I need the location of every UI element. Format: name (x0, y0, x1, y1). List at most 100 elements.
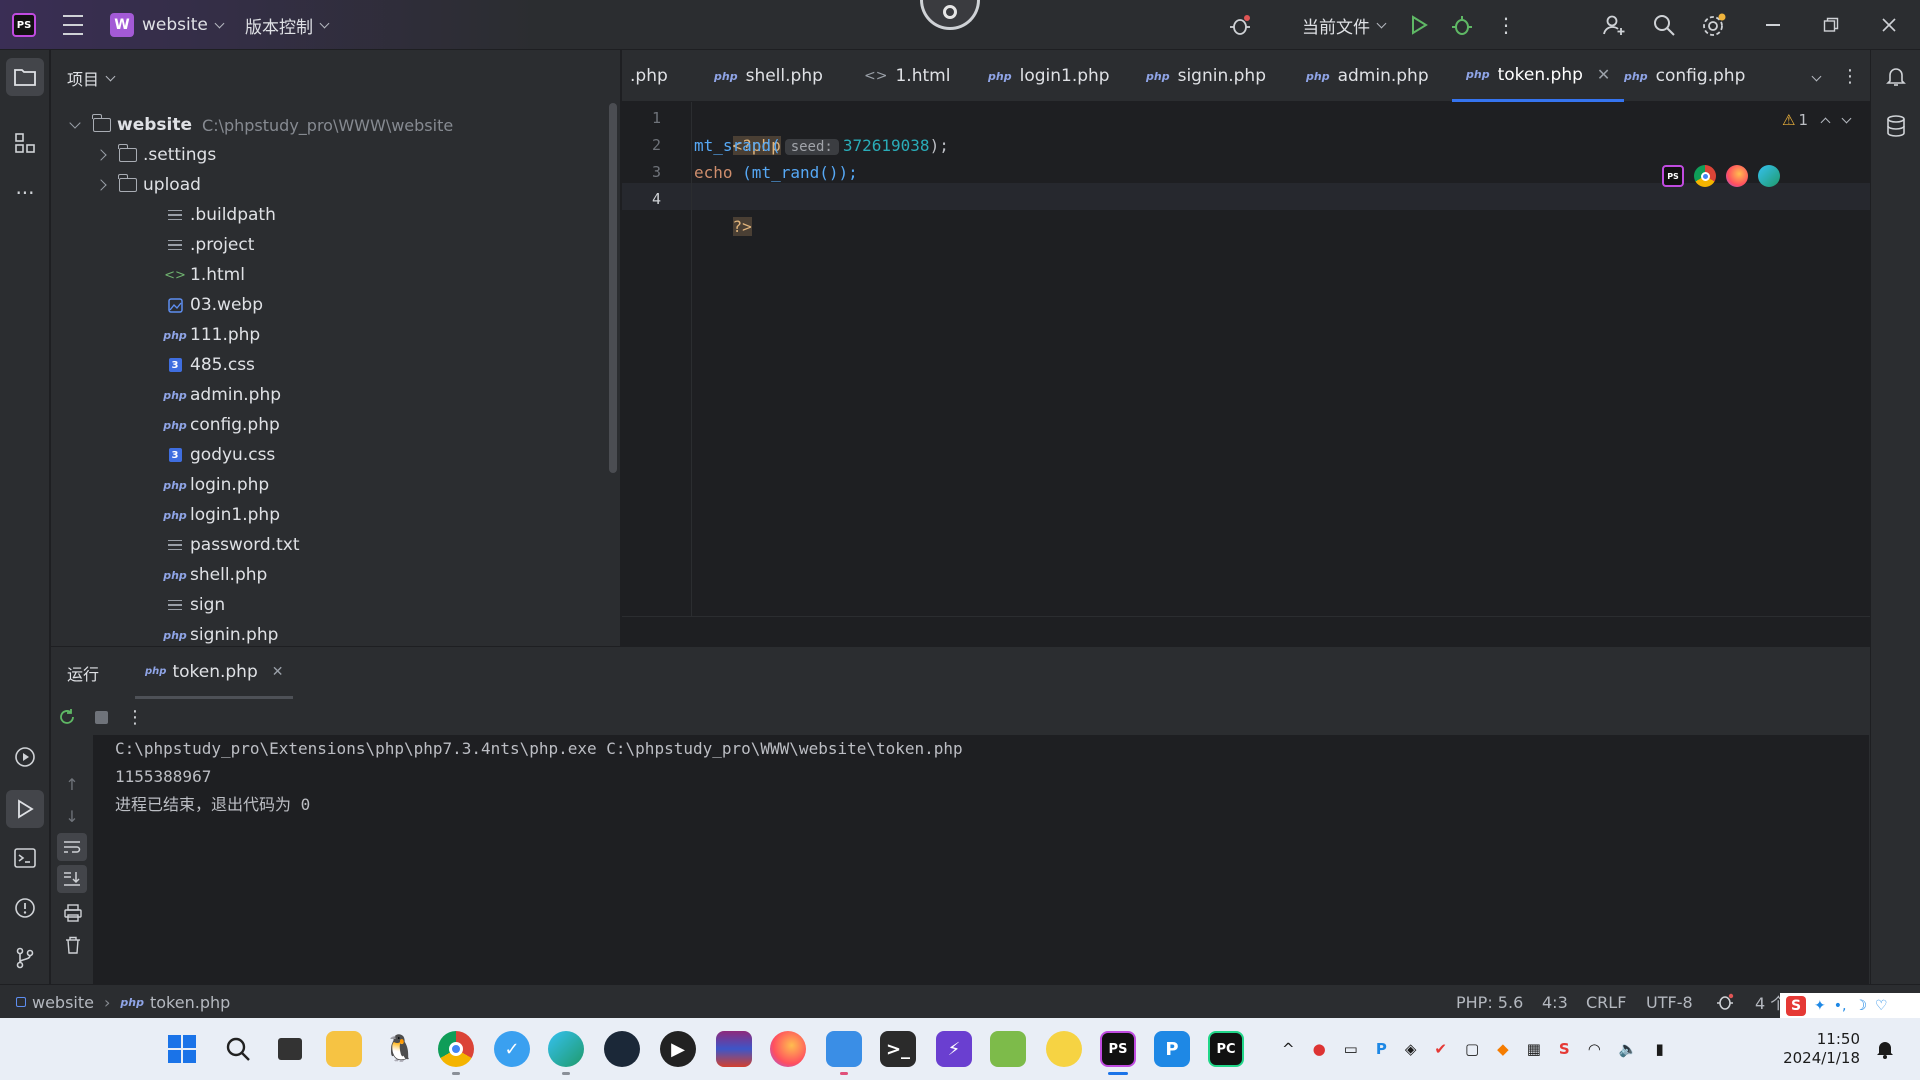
tray-qq-icon[interactable]: ● (1313, 1040, 1326, 1058)
project-scrollbar[interactable] (609, 103, 617, 473)
editor-app-icon[interactable] (990, 1031, 1026, 1067)
winrar-icon[interactable] (716, 1031, 752, 1067)
close-run-tab-icon[interactable]: ✕ (272, 664, 284, 680)
notification-center-icon[interactable] (1874, 1038, 1896, 1060)
tree-item-password-txt[interactable]: password.txt (166, 530, 300, 560)
tree-item-485-css[interactable]: 3 485.css (166, 350, 255, 380)
tab-token-php[interactable]: php token.php ✕ (1452, 50, 1625, 102)
run-config-selector[interactable]: 当前文件 (1302, 0, 1387, 50)
status-debug-icon[interactable] (1716, 985, 1734, 1019)
tree-item-login1-php[interactable]: php login1.php (163, 500, 280, 530)
phpstorm-logo-icon[interactable]: PS (12, 13, 36, 37)
edge-taskbar-icon[interactable] (548, 1031, 584, 1067)
tree-item-godyu-css[interactable]: 3 godyu.css (166, 440, 275, 470)
services-icon[interactable] (12, 744, 38, 770)
editor-horizontal-scroll[interactable] (622, 616, 1870, 646)
run-more-icon[interactable]: ⋮ (126, 705, 144, 729)
php-version[interactable]: PHP: 5.6 (1456, 985, 1523, 1019)
tab-shell-php[interactable]: php shell.php (714, 50, 823, 102)
tray-sogou-icon[interactable]: S (1559, 1040, 1570, 1058)
tree-item-1-html[interactable]: <> 1.html (164, 260, 245, 290)
firefox-taskbar-icon[interactable] (770, 1031, 806, 1067)
chevron-up-icon[interactable] (1820, 117, 1831, 127)
rerun-icon[interactable] (57, 707, 77, 727)
trash-icon[interactable] (63, 935, 83, 955)
windows-start-icon[interactable] (164, 1031, 200, 1067)
tray-p-icon[interactable]: P (1376, 1040, 1387, 1058)
warning-indicator[interactable]: ⚠ 1 (1782, 110, 1852, 130)
file-explorer-icon[interactable] (326, 1031, 362, 1067)
soft-wrap-icon[interactable] (57, 833, 87, 861)
visual-studio-icon[interactable]: ⚡ (936, 1031, 972, 1067)
volume-icon[interactable]: 🔈 (1619, 1040, 1638, 1058)
database-icon[interactable] (1884, 114, 1908, 138)
tree-item-upload[interactable]: upload (95, 170, 201, 200)
tree-item-111-php[interactable]: php 111.php (163, 320, 260, 350)
scroll-up-icon[interactable]: ↑ (63, 775, 81, 794)
project-panel-header[interactable]: 项目 (67, 66, 116, 90)
close-window-icon[interactable] (1878, 14, 1900, 36)
tree-item-sign[interactable]: sign (166, 590, 225, 620)
task-view-icon[interactable] (272, 1031, 308, 1067)
run-panel-title[interactable]: 运行 (67, 647, 99, 699)
project-tool-folder-icon[interactable] (6, 58, 44, 96)
scroll-to-end-icon[interactable] (57, 865, 87, 893)
tray-network-device-icon[interactable]: ▭ (1344, 1040, 1358, 1058)
steam-icon[interactable] (604, 1031, 640, 1067)
tree-item-settings[interactable]: .settings (95, 140, 216, 170)
add-user-icon[interactable] (1602, 13, 1626, 37)
breadcrumb-file[interactable]: token.php (150, 993, 230, 1012)
main-menu-icon[interactable] (62, 15, 84, 35)
taskbar-search-icon[interactable] (220, 1031, 256, 1067)
tree-item-admin-php[interactable]: php admin.php (163, 380, 281, 410)
line-separator[interactable]: CRLF (1586, 985, 1626, 1019)
phpstorm-browser-icon[interactable]: PS (1662, 165, 1684, 187)
phpstorm-taskbar-icon[interactable]: PS (1100, 1031, 1136, 1067)
tray-window-icon[interactable]: ▢ (1465, 1040, 1479, 1058)
code-editor[interactable]: 1 2 3 4 <?php mt_srand(seed: 372619038); … (622, 102, 1870, 616)
tab-1-html[interactable]: <> 1.html (864, 50, 950, 102)
tree-item-shell-php[interactable]: php shell.php (163, 560, 267, 590)
yellow-app-icon[interactable] (1046, 1031, 1082, 1067)
tree-item-03-webp[interactable]: 03.webp (166, 290, 263, 320)
terminal-taskbar-icon[interactable]: >_ (880, 1031, 916, 1067)
minimize-icon[interactable] (1762, 14, 1784, 36)
expand-arrow-icon[interactable] (69, 117, 81, 129)
stop-icon[interactable] (91, 707, 111, 727)
run-icon[interactable] (1408, 14, 1430, 36)
taskbar-clock[interactable]: 11:50 2024/1/18 (1783, 1030, 1860, 1068)
tray-expand-icon[interactable]: ^ (1282, 1040, 1295, 1058)
problems-icon[interactable] (12, 895, 38, 921)
pycharm-taskbar-icon[interactable]: PC (1208, 1031, 1244, 1067)
print-icon[interactable] (63, 903, 83, 923)
vcs-menu[interactable]: 版本控制 (245, 0, 330, 50)
tab-signin-php[interactable]: php signin.php (1146, 50, 1266, 102)
chevron-down-icon[interactable] (1841, 113, 1852, 123)
collapse-arrow-icon[interactable] (95, 179, 107, 191)
vscode-blue-icon[interactable]: ✓ (494, 1031, 530, 1067)
tray-box-icon[interactable]: ◈ (1405, 1040, 1417, 1058)
tab-partial-php[interactable]: .php (630, 50, 668, 102)
run-tool-icon[interactable] (6, 790, 44, 828)
run-console-output[interactable]: C:\phpstudy_pro\Extensions\php\php7.3.4n… (93, 735, 1869, 985)
tab-admin-php[interactable]: php admin.php (1306, 50, 1429, 102)
ime-toolbar[interactable]: S ✦ •, ☽ ♡ (1780, 993, 1920, 1019)
scroll-down-icon[interactable]: ↓ (63, 807, 81, 826)
chrome-icon[interactable] (1694, 165, 1716, 187)
debug-disabled-icon[interactable] (1228, 13, 1252, 37)
project-switcher[interactable]: W website (110, 0, 225, 50)
breadcrumb-project[interactable]: website (32, 993, 94, 1012)
file-encoding[interactable]: UTF-8 (1646, 985, 1693, 1019)
debug-icon[interactable] (1450, 13, 1474, 37)
tray-red-icon[interactable]: ✔ (1434, 1040, 1447, 1058)
notepad-icon[interactable] (826, 1031, 862, 1067)
tab-more-icon[interactable]: ⋮ (1841, 65, 1859, 87)
structure-icon[interactable] (12, 130, 38, 156)
caret-position[interactable]: 4:3 (1542, 985, 1568, 1019)
qq-icon[interactable]: 🐧 (382, 1031, 418, 1067)
more-tools-icon[interactable]: ··· (12, 180, 38, 206)
tree-item-project[interactable]: .project (166, 230, 254, 260)
tray-orange-icon[interactable]: ◆ (1497, 1040, 1509, 1058)
firefox-icon[interactable] (1726, 165, 1748, 187)
edge-icon[interactable] (1758, 165, 1780, 187)
